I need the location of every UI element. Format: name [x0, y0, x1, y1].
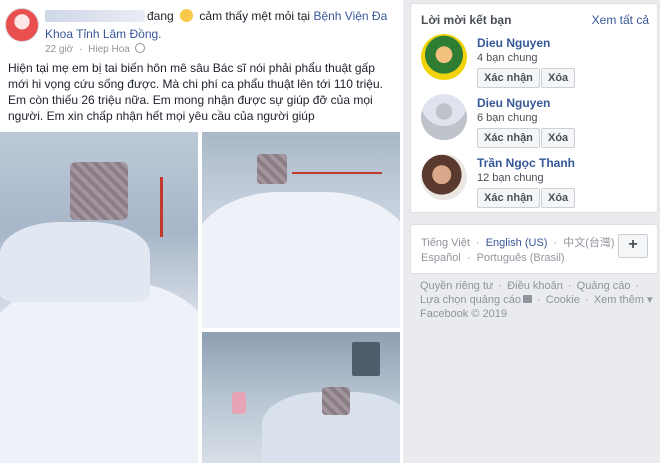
post-text: Hiện tại mẹ em bị tai biến hôn mê sâu Bá…: [8, 61, 383, 123]
footer-separator: ·: [585, 294, 589, 306]
see-all-link[interactable]: Xem tất cả: [592, 13, 649, 27]
language-row: Español · Português (Brasil): [421, 252, 565, 264]
friend-request-item: Dieu Nguyen 6 bạn chung Xác nhận Xóa: [421, 94, 653, 150]
post-meta: 22 giờ · Hiep Hoa: [45, 43, 147, 55]
monitor-shape: [352, 342, 380, 376]
terms-link[interactable]: Điều khoản: [507, 280, 563, 292]
post-card: đang cảm thấy mệt mỏi tại Bệnh Viện Đa K…: [0, 0, 403, 463]
mutual-friends-count[interactable]: 12 bạn chung: [477, 172, 544, 184]
bed-sheet-shape: [0, 282, 198, 463]
friend-request-item: Dieu Nguyen 4 bạn chung Xác nhận Xóa: [421, 34, 653, 90]
patient-body-shape: [0, 222, 150, 302]
footer-separator: ·: [567, 280, 572, 292]
medical-tube-shape: [292, 172, 382, 174]
delete-button[interactable]: Xóa: [541, 68, 576, 88]
friend-request-name[interactable]: Dieu Nguyen: [477, 36, 550, 50]
tired-face-emoji-icon: [180, 9, 194, 22]
friend-requests-title: Lời mời kết bạn: [421, 13, 512, 27]
avatar[interactable]: [421, 94, 467, 140]
blurred-face: [70, 162, 128, 220]
blurred-face: [257, 154, 287, 184]
page-footer: Quyền riêng tư · Điều khoản · Quảng cáo …: [420, 279, 656, 321]
copyright: Facebook © 2019: [420, 308, 507, 320]
confirm-button[interactable]: Xác nhận: [477, 128, 540, 148]
header-feeling: cảm thấy mệt mỏi tại: [199, 9, 311, 23]
bottle-shape: [232, 392, 246, 414]
footer-row: Lựa chọn quảng cáo · Cookie · Xem thêm ▾: [420, 293, 656, 307]
language-link-spanish[interactable]: Español: [421, 252, 461, 264]
language-separator: ·: [553, 237, 558, 249]
post-location[interactable]: Hiep Hoa: [88, 44, 130, 55]
globe-icon: [134, 43, 145, 53]
delete-button[interactable]: Xóa: [541, 188, 576, 208]
language-link-chinese[interactable]: 中文(台灣): [563, 237, 614, 249]
delete-button[interactable]: Xóa: [541, 128, 576, 148]
friend-request-name[interactable]: Trần Ngọc Thanh: [477, 156, 575, 170]
friend-request-name[interactable]: Dieu Nguyen: [477, 96, 550, 110]
post-time[interactable]: 22 giờ: [45, 44, 73, 55]
ad-choices-icon: [522, 295, 532, 303]
footer-separator: ·: [498, 280, 503, 292]
more-link[interactable]: Xem thêm: [594, 294, 644, 306]
medical-tube-shape: [160, 177, 163, 237]
confirm-button[interactable]: Xác nhận: [477, 68, 540, 88]
mutual-friends-count[interactable]: 6 bạn chung: [477, 112, 538, 124]
ads-link[interactable]: Quảng cáo: [577, 280, 631, 292]
footer-row: Quyền riêng tư · Điều khoản · Quảng cáo …: [420, 279, 656, 293]
friend-requests-panel: Lời mời kết bạn Xem tất cả Dieu Nguyen 4…: [410, 3, 658, 213]
language-link-english[interactable]: English (US): [486, 237, 548, 249]
language-panel: Tiếng Việt · English (US) · 中文(台灣) Españ…: [410, 224, 658, 274]
post-photo-1[interactable]: [0, 132, 198, 463]
language-separator: ·: [475, 237, 480, 249]
avatar[interactable]: [421, 154, 467, 200]
confirm-button[interactable]: Xác nhận: [477, 188, 540, 208]
footer-separator: ·: [537, 294, 541, 306]
avatar[interactable]: [421, 34, 467, 80]
language-link-portuguese[interactable]: Português (Brasil): [477, 252, 565, 264]
language-link-vietnamese[interactable]: Tiếng Việt: [421, 237, 470, 249]
language-separator: ·: [466, 252, 471, 264]
post-photo-2[interactable]: [202, 132, 400, 328]
friend-request-item: Trần Ngọc Thanh 12 bạn chung Xác nhận Xó…: [421, 154, 653, 210]
author-avatar[interactable]: [5, 8, 39, 42]
language-row: Tiếng Việt · English (US) · 中文(台灣): [421, 234, 615, 250]
header-action: đang: [147, 9, 174, 23]
post-header-line-1: đang cảm thấy mệt mỏi tại Bệnh Viện Đa: [147, 9, 387, 23]
ad-choices-link[interactable]: Lựa chọn quảng cáo: [420, 294, 521, 306]
post-photo-3[interactable]: [202, 332, 400, 463]
place-link-part2[interactable]: Khoa Tỉnh Lâm Đồng.: [45, 27, 162, 41]
add-language-button[interactable]: +: [618, 234, 648, 258]
blurred-face: [322, 387, 350, 415]
privacy-link[interactable]: Quyền riêng tư: [420, 280, 493, 292]
meta-separator: ·: [79, 44, 83, 55]
author-name-redacted: [45, 10, 145, 22]
cookies-link[interactable]: Cookie: [546, 294, 580, 306]
place-link-part1[interactable]: Bệnh Viện Đa: [313, 9, 387, 23]
bed-sheet-shape: [202, 192, 400, 328]
chevron-down-icon[interactable]: ▾: [647, 294, 653, 306]
footer-separator: ·: [635, 280, 640, 292]
mutual-friends-count[interactable]: 4 bạn chung: [477, 52, 538, 64]
